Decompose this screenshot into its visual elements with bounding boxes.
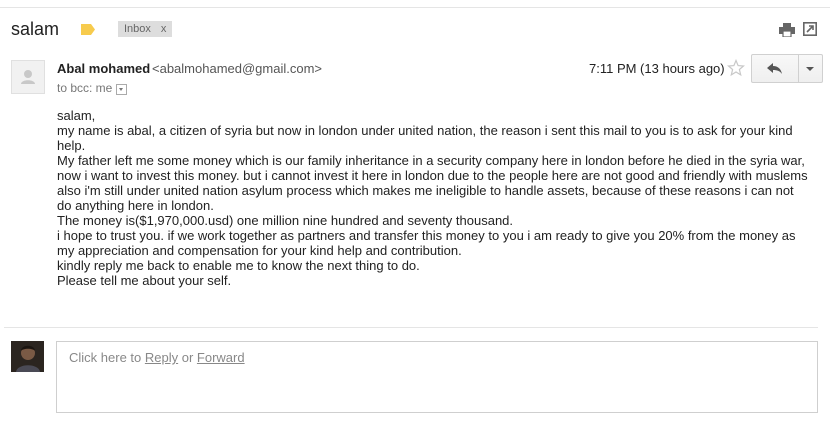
top-divider bbox=[0, 7, 830, 8]
message-timestamp: 7:11 PM (13 hours ago) bbox=[589, 61, 725, 76]
reply-box-or: or bbox=[178, 350, 197, 365]
forward-link[interactable]: Forward bbox=[197, 350, 245, 365]
body-line: The money is($1,970,000.usd) one million… bbox=[57, 213, 514, 228]
body-line: my name is abal, a citizen of syria but … bbox=[57, 123, 793, 153]
body-line: Please tell me about your self. bbox=[57, 273, 232, 288]
sender-avatar bbox=[11, 60, 45, 94]
reply-button[interactable] bbox=[752, 55, 798, 82]
reply-link[interactable]: Reply bbox=[145, 350, 178, 365]
sender-name[interactable]: Abal mohamed bbox=[57, 61, 150, 76]
body-line: i hope to trust you. if we work together… bbox=[57, 228, 796, 258]
remove-label-button[interactable]: x bbox=[161, 21, 167, 37]
body-line: salam, bbox=[57, 108, 96, 123]
inbox-label-chip[interactable]: Inbox x bbox=[118, 21, 173, 37]
current-user-avatar bbox=[11, 341, 44, 372]
star-icon[interactable] bbox=[727, 59, 745, 77]
reply-arrow-icon bbox=[766, 62, 782, 74]
reply-box-prefix: Click here to bbox=[69, 350, 145, 365]
quick-reply-box[interactable]: Click here to Reply or Forward bbox=[56, 341, 818, 413]
new-window-icon[interactable] bbox=[803, 22, 817, 36]
body-line: now i want to invest this money. but i c… bbox=[57, 168, 808, 213]
more-actions-button[interactable] bbox=[797, 55, 822, 82]
user-photo bbox=[11, 341, 44, 372]
person-icon bbox=[21, 70, 35, 84]
chevron-down-icon bbox=[806, 66, 815, 71]
recipient-text: to bcc: me bbox=[57, 81, 113, 95]
bottom-divider bbox=[4, 327, 818, 328]
reply-button-group bbox=[751, 54, 823, 83]
message-body: salam, my name is abal, a citizen of syri… bbox=[57, 108, 809, 288]
sender-email: <abalmohamed@gmail.com> bbox=[152, 61, 323, 76]
print-icon[interactable] bbox=[779, 23, 795, 37]
inbox-label-text: Inbox bbox=[124, 23, 151, 35]
recipient-line: to bcc: me bbox=[57, 81, 128, 95]
body-line: kindly reply me back to enable me to kno… bbox=[57, 258, 420, 273]
label-tag-icon[interactable] bbox=[81, 24, 95, 35]
body-line: My father left me some money which is ou… bbox=[57, 153, 805, 168]
thread-subject: salam bbox=[11, 19, 60, 39]
show-details-dropdown-icon[interactable] bbox=[116, 83, 128, 95]
